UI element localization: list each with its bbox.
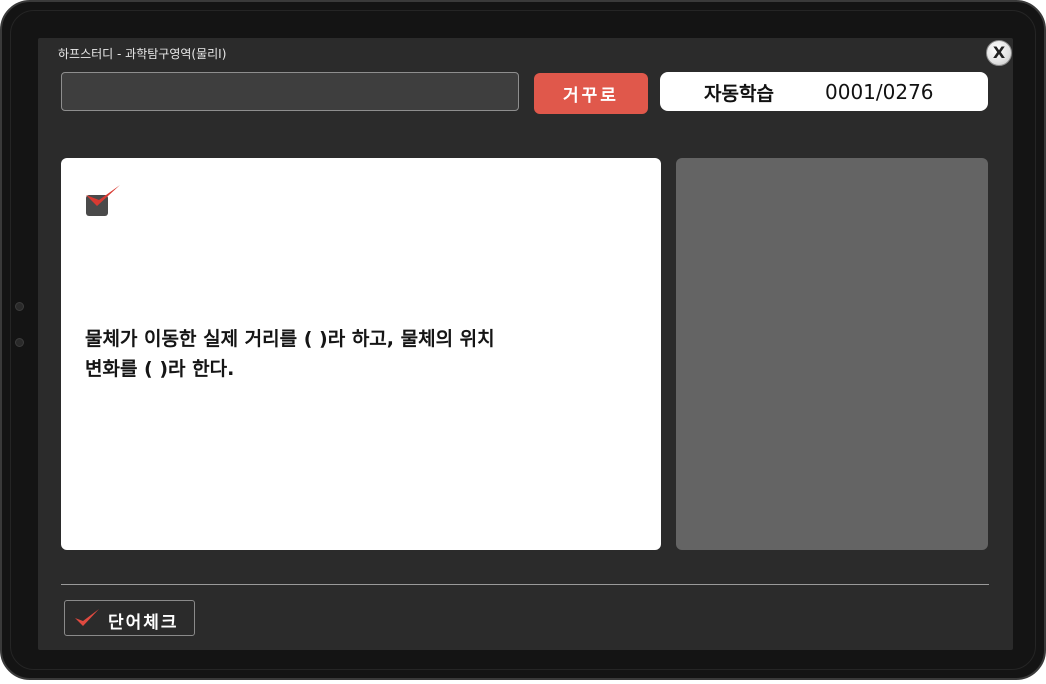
close-button[interactable]: X [986, 40, 1012, 66]
question-text: 물체가 이동한 실제 거리를 ( )라 하고, 물체의 위치 변화를 ( )라 … [85, 328, 495, 380]
tablet-frame: 하프스터디 - 과학탐구영역(물리I) X 거꾸로 자동학습 0001/0276… [0, 0, 1046, 680]
question-card: 물체가 이동한 실제 거리를 ( )라 하고, 물체의 위치 변화를 ( )라 … [61, 158, 661, 550]
sensor-dot [15, 302, 24, 311]
progress-counter: 0001/0276 [825, 80, 934, 104]
word-check-label: 단어체크 [108, 613, 179, 633]
checkmark-icon [74, 607, 100, 629]
auto-study-panel[interactable]: 자동학습 0001/0276 [660, 72, 988, 111]
auto-study-label: 자동학습 [704, 83, 774, 105]
answer-panel[interactable] [676, 158, 988, 550]
checked-box-icon[interactable] [83, 182, 123, 222]
app-screen: 하프스터디 - 과학탐구영역(물리I) X 거꾸로 자동학습 0001/0276… [38, 38, 1013, 650]
window-title: 하프스터디 - 과학탐구영역(물리I) [58, 47, 227, 61]
word-check-button[interactable]: 단어체크 [64, 600, 195, 636]
divider [61, 584, 989, 585]
search-input[interactable] [61, 72, 519, 111]
camera-dot [15, 338, 24, 347]
close-icon: X [992, 43, 1006, 62]
reverse-button[interactable]: 거꾸로 [534, 73, 648, 114]
